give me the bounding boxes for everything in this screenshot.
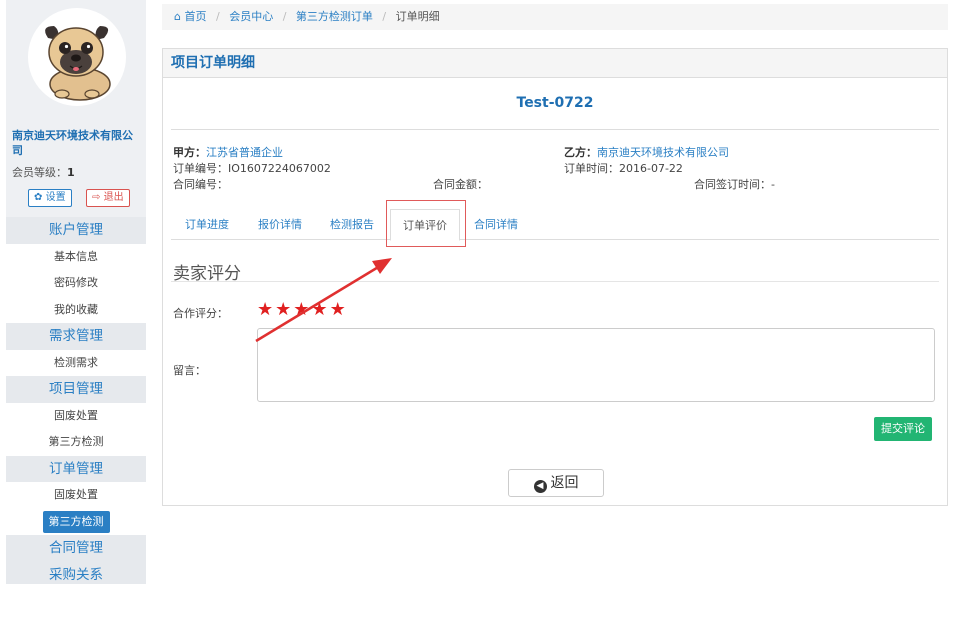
avatar <box>28 8 126 106</box>
breadcrumb: ⌂ 首页 / 会员中心 / 第三方检测订单 / 订单明细 <box>162 4 948 30</box>
star-icon[interactable]: ★ <box>257 299 275 320</box>
member-level: 会员等级：1 <box>12 164 75 180</box>
star-icon[interactable]: ★ <box>330 299 348 320</box>
breadcrumb-separator: / <box>382 10 387 23</box>
nav-item-order-waste[interactable]: 固废处置 <box>6 482 146 509</box>
order-number-value: IO1607224067002 <box>228 162 331 175</box>
contract-number: 合同编号： <box>173 176 228 192</box>
breadcrumb-current: 订单明细 <box>395 10 440 23</box>
circle-arrow-left-icon: ◀ <box>533 480 547 493</box>
panel-heading: 项目订单明细 <box>163 49 947 78</box>
breadcrumb-separator: / <box>215 10 220 23</box>
party-b-value[interactable]: 南京迪天环境技术有限公司 <box>597 146 729 159</box>
nav-group-project[interactable]: 项目管理 <box>6 376 146 403</box>
pug-avatar-icon <box>45 26 111 101</box>
contract-number-label: 合同编号： <box>173 178 228 191</box>
member-level-label: 会员等级： <box>12 166 67 179</box>
party-a-label: 甲方： <box>173 146 206 159</box>
tab-test-report[interactable]: 检测报告 <box>330 209 374 240</box>
nav-item-test-demand[interactable]: 检测需求 <box>6 349 146 376</box>
rating-stars[interactable]: ★★★★★ <box>257 299 348 320</box>
nav-item-project-third-party[interactable]: 第三方检测 <box>6 429 146 456</box>
nav-item-order-third-party-label: 第三方检测 <box>42 510 110 533</box>
comment-label: 留言： <box>173 364 206 377</box>
nav-group-purchase[interactable]: 采购关系 <box>6 561 146 584</box>
rating-label: 合作评分： <box>173 307 228 320</box>
order-number: 订单编号：IO1607224067002 <box>173 160 331 176</box>
party-b: 乙方：南京迪天环境技术有限公司 <box>564 144 729 160</box>
breadcrumb-home-label: 首页 <box>184 10 207 23</box>
contract-amount-label: 合同金额： <box>433 178 488 191</box>
submit-review-button[interactable]: 提交评论 <box>874 417 932 441</box>
order-tabs: 订单进度 报价详情 检测报告 订单评价 合同详情 <box>171 209 939 241</box>
order-time-label: 订单时间： <box>564 162 619 175</box>
star-icon[interactable]: ★ <box>311 299 329 320</box>
project-title: Test-0722 <box>516 95 594 111</box>
gear-icon: ✿ <box>34 192 43 203</box>
tab-order-progress[interactable]: 订单进度 <box>185 209 229 240</box>
breadcrumb-home[interactable]: ⌂ 首页 <box>174 10 210 23</box>
settings-label: 设置 <box>45 192 66 203</box>
party-a-value[interactable]: 江苏省普通企业 <box>206 146 283 159</box>
divider <box>171 129 939 130</box>
contract-amount: 合同金额： <box>433 176 488 192</box>
tab-contract-details[interactable]: 合同详情 <box>474 209 518 240</box>
star-icon[interactable]: ★ <box>275 299 293 320</box>
tab-quote-details[interactable]: 报价详情 <box>258 209 302 240</box>
tab-order-review[interactable]: 订单评价 <box>390 209 460 241</box>
settings-button[interactable]: ✿ 设置 <box>28 189 72 207</box>
contract-sign-time-label: 合同签订时间： <box>694 178 771 191</box>
party-b-label: 乙方： <box>564 146 597 159</box>
order-detail-panel: 项目订单明细 Test-0722 甲方：江苏省普通企业 乙方：南京迪天环境技术有… <box>162 48 948 506</box>
nav-item-basic-info[interactable]: 基本信息 <box>6 243 146 270</box>
back-label: 返回 <box>550 475 579 491</box>
logout-icon: ⇨ <box>92 192 101 203</box>
comment-textarea[interactable] <box>257 328 935 402</box>
nav-item-project-waste[interactable]: 固废处置 <box>6 402 146 429</box>
breadcrumb-member-center[interactable]: 会员中心 <box>229 10 273 23</box>
back-button[interactable]: ◀ 返回 <box>508 469 604 497</box>
member-level-value: 1 <box>67 166 75 179</box>
contract-sign-time-value: - <box>771 178 775 191</box>
nav-item-order-third-party[interactable]: 第三方检测 <box>6 508 146 535</box>
nav-group-demand[interactable]: 需求管理 <box>6 323 146 350</box>
order-time-value: 2016-07-22 <box>619 162 683 175</box>
nav-item-favorites[interactable]: 我的收藏 <box>6 296 146 323</box>
star-icon[interactable]: ★ <box>293 299 311 320</box>
sidebar-nav: 账户管理 基本信息 密码修改 我的收藏 需求管理 检测需求 项目管理 固废处置 … <box>6 217 146 584</box>
contract-sign-time: 合同签订时间：- <box>694 176 775 192</box>
nav-group-account[interactable]: 账户管理 <box>6 217 146 244</box>
home-icon: ⌂ <box>174 10 181 23</box>
order-time: 订单时间：2016-07-22 <box>564 160 683 176</box>
nav-group-order[interactable]: 订单管理 <box>6 455 146 482</box>
nav-item-password[interactable]: 密码修改 <box>6 270 146 297</box>
logout-button[interactable]: ⇨ 退出 <box>86 189 130 207</box>
nav-group-contract[interactable]: 合同管理 <box>6 535 146 562</box>
breadcrumb-separator: / <box>282 10 287 23</box>
order-number-label: 订单编号： <box>173 162 228 175</box>
sidebar: 南京迪天环境技术有限公司 会员等级：1 ✿ 设置 ⇨ 退出 账户管理 基本信息 … <box>6 0 146 584</box>
breadcrumb-orders[interactable]: 第三方检测订单 <box>296 10 373 23</box>
divider <box>171 281 939 282</box>
logout-label: 退出 <box>103 192 124 203</box>
company-name[interactable]: 南京迪天环境技术有限公司 <box>12 128 142 158</box>
party-a: 甲方：江苏省普通企业 <box>173 144 283 160</box>
